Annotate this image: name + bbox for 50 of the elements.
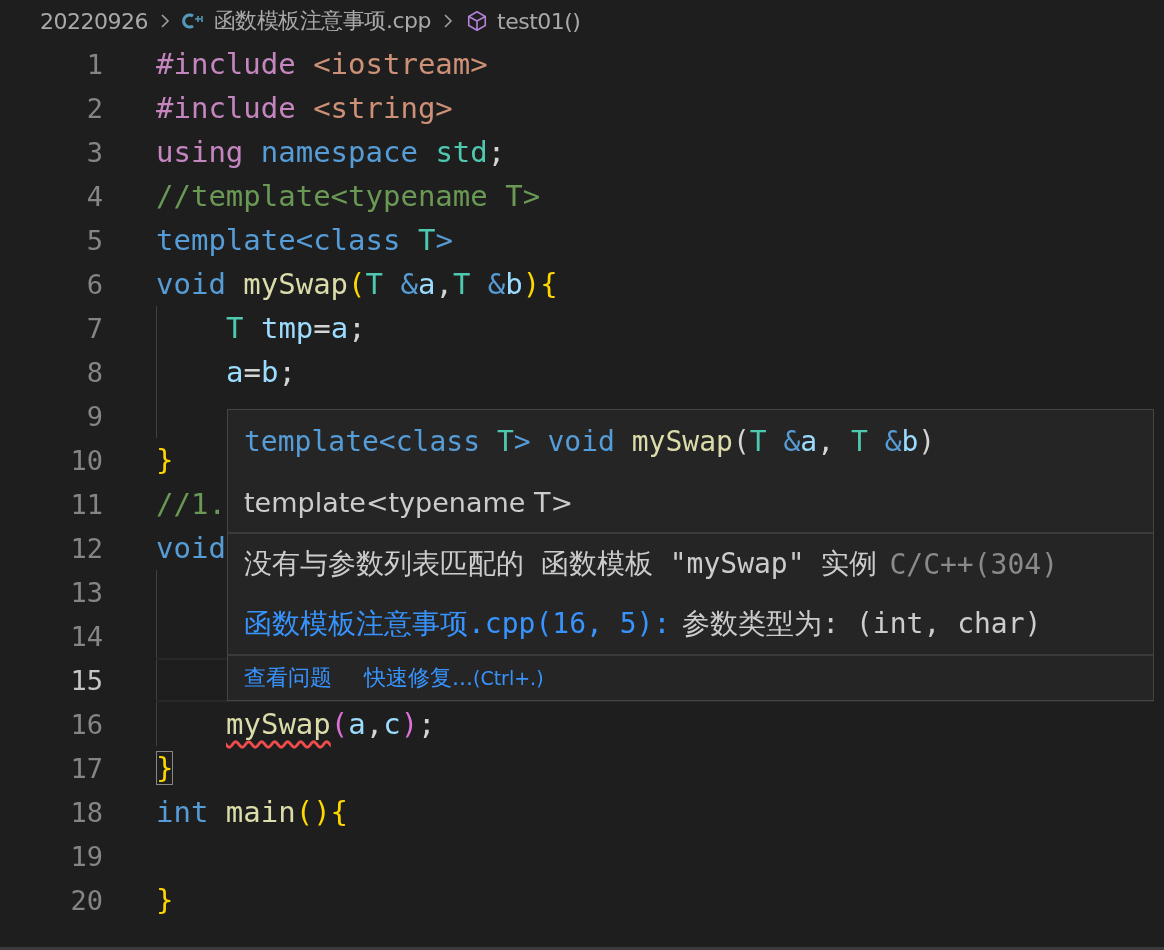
line-number: 3 <box>85 136 103 168</box>
line-number: 16 <box>69 708 103 740</box>
line-number: 2 <box>85 92 103 124</box>
error-source: C/C++(304) <box>889 547 1058 581</box>
code-line: //1. <box>156 487 226 521</box>
chevron-icon <box>160 13 170 29</box>
code-line: #include <iostream> <box>156 47 488 81</box>
line-number: 20 <box>69 884 103 916</box>
code-line: #include <string> <box>156 91 453 125</box>
breadcrumb-item[interactable]: test01() <box>497 8 581 34</box>
code-line: mySwap(a,c); <box>225 707 436 741</box>
line-number: 15 <box>69 664 103 696</box>
detail-text: 参数类型为: (int, char) <box>682 606 1042 642</box>
action-link[interactable]: 查看问题 <box>244 663 332 693</box>
error-message: 没有与参数列表匹配的 函数模板 "mySwap" 实例 <box>244 546 878 582</box>
code-line: template<class T> <box>156 223 453 257</box>
line-number: 14 <box>69 620 103 652</box>
line-number: 4 <box>85 180 103 212</box>
location-link[interactable]: 函数模板注意事项.cpp(16, 5): <box>244 605 671 643</box>
code-line: } <box>156 443 174 477</box>
code-line: } <box>156 883 174 917</box>
code-line: } <box>156 751 174 785</box>
line-number: 5 <box>85 224 103 256</box>
cube-icon <box>465 10 489 32</box>
line-number: 11 <box>69 488 103 520</box>
cpp-file-icon <box>182 10 206 32</box>
code-line: //template<typename T> <box>156 179 541 213</box>
line-number: 1 <box>85 48 103 80</box>
code-line: int main(){ <box>156 795 349 829</box>
code-line: a=b; <box>225 355 296 389</box>
breadcrumb-item[interactable]: 20220926 <box>40 8 148 34</box>
line-number: 18 <box>69 796 103 828</box>
doc-text: template<typename T> <box>244 486 574 518</box>
code-line: void mySwap(T &a,T &b){ <box>156 267 558 301</box>
chevron-icon <box>443 13 453 29</box>
line-number: 7 <box>85 312 103 344</box>
line-number: 10 <box>69 444 103 476</box>
line-number: 8 <box>85 356 103 388</box>
line-number: 9 <box>85 400 103 432</box>
line-number: 19 <box>69 840 103 872</box>
code-line: void <box>156 531 226 565</box>
code-line: T tmp=a; <box>225 311 366 345</box>
signature-text: template<class T> void mySwap(T &a, T &b) <box>244 424 936 458</box>
action-link[interactable]: 快速修复...(Ctrl+.) <box>364 663 544 693</box>
line-number: 13 <box>69 576 103 608</box>
breadcrumb-item[interactable]: 函数模板注意事项.cpp <box>214 6 431 36</box>
line-number: 6 <box>85 268 103 300</box>
code-line: using namespace std; <box>156 135 506 169</box>
line-number: 12 <box>69 532 103 564</box>
line-number: 17 <box>69 752 103 784</box>
